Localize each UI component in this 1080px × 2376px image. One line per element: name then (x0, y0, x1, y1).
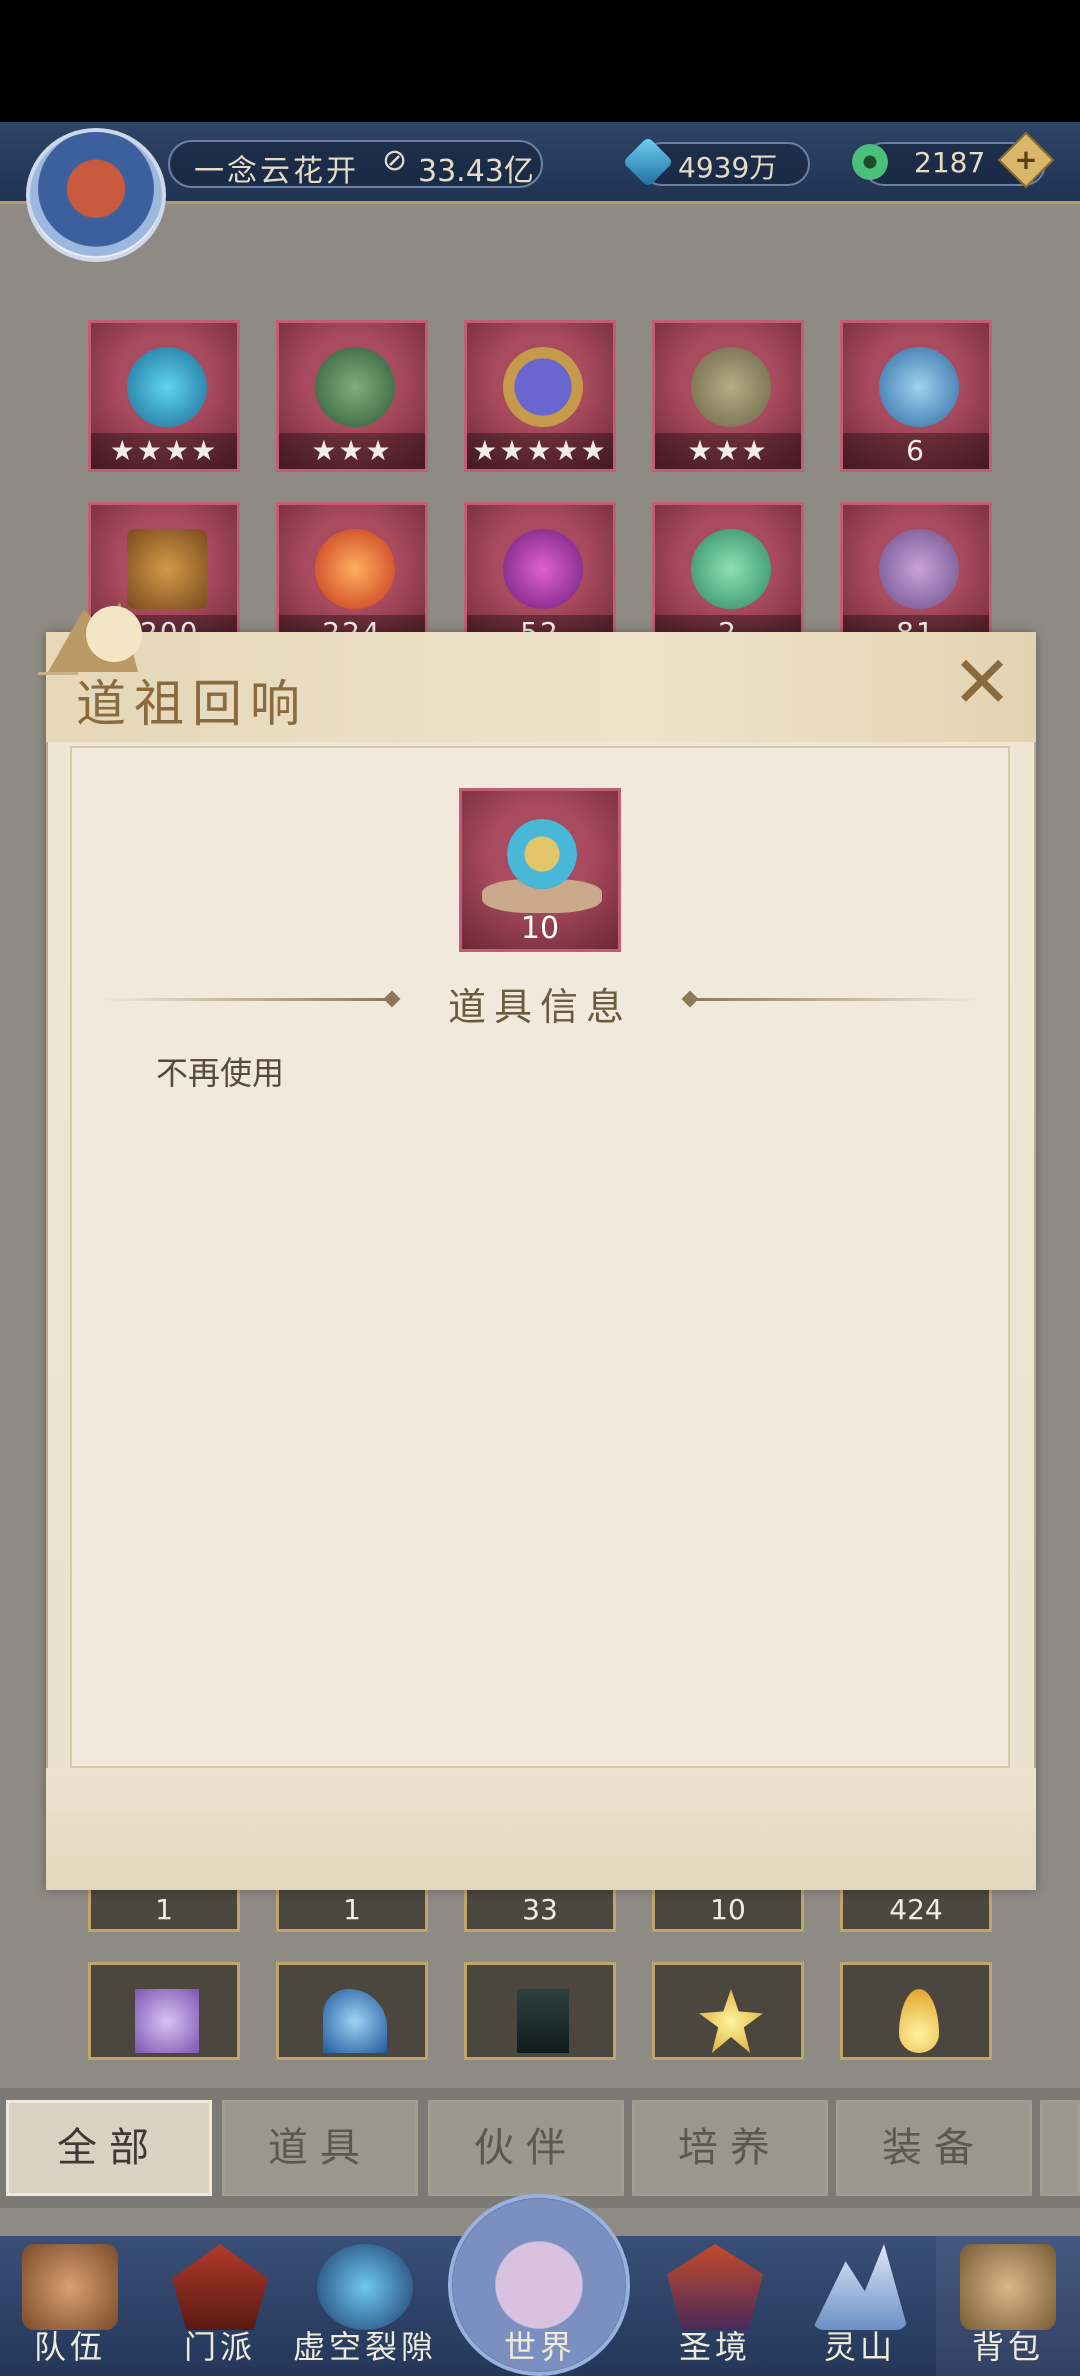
nav-backpack[interactable]: 背包 (936, 2236, 1080, 2376)
pagoda-icon (667, 2244, 763, 2330)
crystal-value: 4939万 (678, 151, 778, 184)
selected-item: 10 (459, 788, 621, 952)
item-count: 1 (343, 1893, 361, 1926)
jade-value: 2187 (914, 146, 986, 179)
divider-left (100, 998, 390, 1001)
item-slot[interactable] (464, 1962, 616, 2060)
item-stars: ★★★ (655, 433, 801, 469)
nav-label: 世界 (503, 2328, 576, 2366)
flame-crystal-icon (315, 529, 395, 609)
item-slot[interactable]: 6 (840, 320, 992, 472)
item-count: 6 (843, 433, 989, 469)
violet-gem-icon (135, 1989, 199, 2053)
plus-icon: + (1014, 143, 1038, 176)
tab-items[interactable]: 道具 (222, 2100, 418, 2196)
nav-world[interactable]: 世界 (470, 2236, 610, 2376)
tab-cultivate[interactable]: 培养 (632, 2100, 828, 2196)
modal-footer-decoration (46, 1768, 1036, 1890)
item-count: 1 (155, 1893, 173, 1926)
item-slot[interactable]: ★★★★ (88, 320, 240, 472)
jade-icon (852, 144, 888, 180)
item-count: 33 (522, 1893, 558, 1926)
orb-icon (503, 529, 583, 609)
item-stars: ★★★ (279, 433, 425, 469)
nav-label: 虚空裂隙 (292, 2328, 437, 2366)
title-accent-line (38, 672, 78, 675)
status-bar (0, 0, 1080, 122)
temple-icon (172, 2244, 268, 2330)
item-info-title: 道具信息 (448, 985, 633, 1029)
nav-spirit-mountain[interactable]: 灵山 (790, 2236, 930, 2376)
item-count: 10 (710, 1893, 746, 1926)
chest-icon (127, 529, 207, 609)
potion-icon (879, 347, 959, 427)
mirror-icon (503, 347, 583, 427)
item-slot[interactable] (840, 1962, 992, 2060)
nav-label: 队伍 (33, 2328, 106, 2366)
wave-icon (323, 1989, 387, 2053)
mountain-icon (812, 2244, 908, 2330)
backpack-icon (960, 2244, 1056, 2330)
item-count: 424 (889, 1893, 943, 1926)
nav-label: 圣境 (678, 2328, 751, 2366)
player-name: 一念云花开 (194, 154, 359, 189)
item-slot[interactable]: ★★★★★ (464, 320, 616, 472)
item-slot[interactable] (276, 1962, 428, 2060)
divider-right (690, 998, 980, 1001)
sun-decoration (86, 606, 142, 662)
nav-label: 门派 (183, 2328, 256, 2366)
item-stars: ★★★★ (91, 433, 237, 469)
modal-title: 道祖回响 (76, 675, 308, 733)
power-value: 33.43亿 (418, 154, 534, 189)
selected-item-count: 10 (520, 911, 560, 946)
close-button[interactable]: ✕ (950, 646, 1014, 718)
item-slot[interactable]: ★★★ (652, 320, 804, 472)
nav-team[interactable]: 队伍 (0, 2236, 140, 2376)
item-description: 不再使用 (156, 1054, 285, 1092)
cauldron-icon (315, 347, 395, 427)
nav-void-rift[interactable]: 虚空裂隙 (290, 2236, 440, 2376)
jade-disc-icon (691, 529, 771, 609)
tab-more[interactable] (1040, 2100, 1080, 2196)
spirit-orb-icon (507, 819, 577, 889)
player-avatar[interactable] (26, 128, 166, 262)
tab-equipment[interactable]: 装备 (836, 2100, 1032, 2196)
power-icon: ⊘ (382, 143, 408, 178)
item-slot[interactable] (88, 1962, 240, 2060)
gold-flame-icon (899, 1989, 939, 2053)
item-slot[interactable]: ★★★ (276, 320, 428, 472)
nav-label: 背包 (971, 2328, 1044, 2366)
gold-flower-icon (699, 1989, 763, 2053)
nav-sect[interactable]: 门派 (150, 2236, 290, 2376)
rift-icon (317, 2244, 413, 2330)
vase-icon (691, 347, 771, 427)
crystal-ring-icon (879, 529, 959, 609)
item-stars: ★★★★★ (467, 433, 613, 469)
lantern-icon (517, 1989, 569, 2053)
tab-partners[interactable]: 伙伴 (428, 2100, 624, 2196)
nav-holy-realm[interactable]: 圣境 (640, 2236, 790, 2376)
tab-all[interactable]: 全部 (6, 2100, 212, 2196)
gourd-icon (127, 347, 207, 427)
nav-label: 灵山 (823, 2328, 896, 2366)
item-slot[interactable] (652, 1962, 804, 2060)
team-icon (22, 2244, 118, 2330)
